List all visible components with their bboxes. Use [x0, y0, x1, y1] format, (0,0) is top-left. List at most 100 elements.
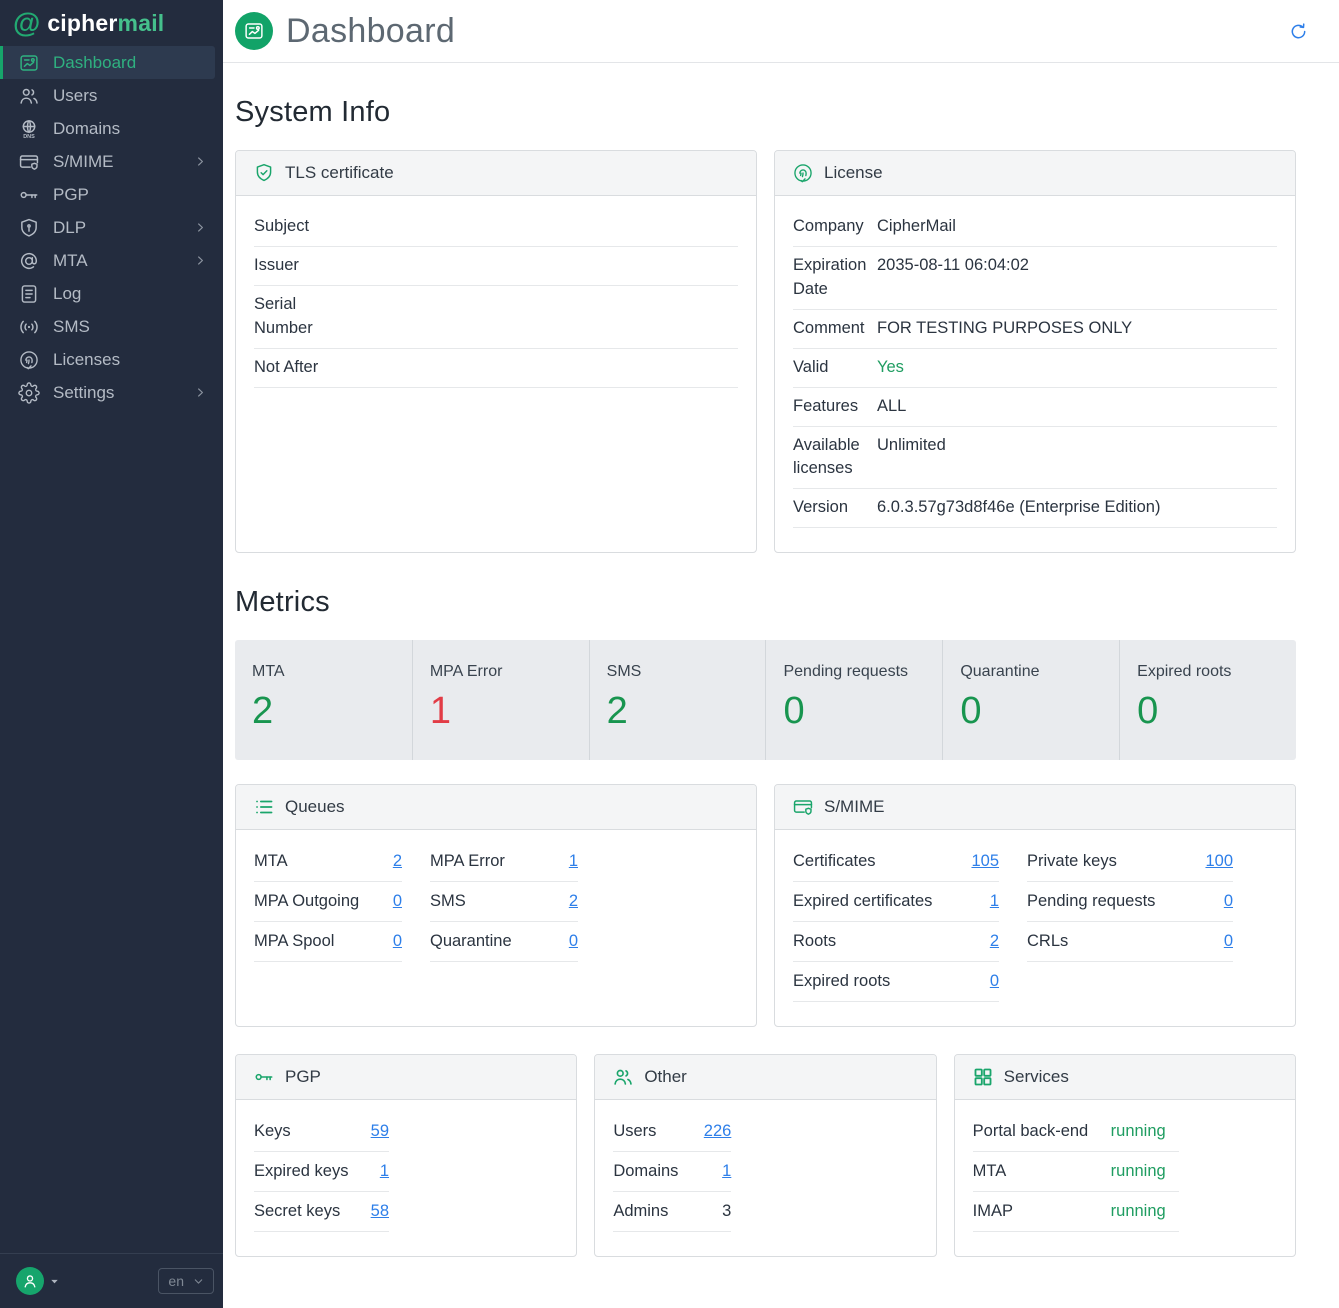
pending-requests-value-link[interactable]: 0 — [1224, 892, 1233, 911]
mpa-outgoing-stat: MPA Outgoing 0 — [254, 882, 402, 922]
mpa-spool-stat: MPA Spool 0 — [254, 922, 402, 962]
metric-label: MTA — [252, 663, 395, 681]
sidebar-item-dlp[interactable]: DLP — [0, 211, 215, 244]
metric-tile-mta: MTA2 — [235, 640, 412, 760]
roots-value-link[interactable]: 2 — [990, 932, 999, 951]
private-keys-value-link[interactable]: 100 — [1205, 852, 1233, 871]
issuer-row: Issuer — [254, 247, 738, 286]
refresh-icon[interactable] — [1289, 22, 1308, 41]
keys-value-link[interactable]: 59 — [371, 1122, 389, 1141]
expired-roots-stat: Expired roots0 — [793, 962, 999, 1002]
smime-card-body: Certificates105Expired certificates1Root… — [775, 830, 1295, 1026]
card-shield-icon — [792, 796, 814, 818]
portal-back-end-stat: Portal back-endrunning — [973, 1112, 1179, 1152]
grid-icon — [972, 1066, 994, 1088]
list-icon — [253, 796, 275, 818]
stat-column: Certificates105Expired certificates1Root… — [793, 842, 999, 1002]
user-menu-button[interactable] — [16, 1267, 60, 1295]
sidebar-item-users[interactable]: Users — [0, 79, 215, 112]
metric-value: 0 — [783, 692, 925, 730]
system-info-heading: System Info — [235, 96, 1296, 129]
sidebar-item-log[interactable]: Log — [0, 277, 215, 310]
tls-card-body: SubjectIssuerSerial NumberNot After — [236, 196, 756, 552]
sidebar-item-s-mime[interactable]: S/MIME — [0, 145, 215, 178]
sidebar-item-mta[interactable]: MTA — [0, 244, 215, 277]
users-icon — [18, 85, 40, 107]
mta-stat: MTArunning — [973, 1152, 1179, 1192]
stat-label: MPA Outgoing — [254, 892, 359, 911]
sidebar-item-dashboard[interactable]: Dashboard — [0, 46, 215, 79]
chevron-right-icon — [194, 221, 207, 234]
quarantine-stat: Quarantine0 — [430, 922, 578, 962]
expired-certificates-value-link[interactable]: 1 — [990, 892, 999, 911]
other-card: Other Users226Domains1Admins3 — [594, 1054, 936, 1257]
sidebar-item-label: MTA — [53, 251, 88, 271]
mpa-error-value-link[interactable]: 1 — [569, 852, 578, 871]
page-title: Dashboard — [286, 12, 455, 51]
svg-text:DNS: DNS — [23, 134, 35, 140]
metric-label: Quarantine — [960, 663, 1102, 681]
imap-stat: IMAPrunning — [973, 1192, 1179, 1232]
stat-label: Pending requests — [1027, 892, 1155, 911]
mpa-spool-value-link[interactable]: 0 — [393, 932, 402, 951]
crls-value-link[interactable]: 0 — [1224, 932, 1233, 951]
not-after-row: Not After — [254, 349, 738, 388]
expired-roots-value-link[interactable]: 0 — [990, 972, 999, 991]
metric-label: Pending requests — [783, 663, 925, 681]
field-label: Comment — [793, 317, 875, 341]
mpa-error-stat: MPA Error1 — [430, 842, 578, 882]
company-row: CompanyCipherMail — [793, 208, 1277, 247]
dashboard-icon — [18, 52, 40, 74]
metric-label: Expired roots — [1137, 663, 1279, 681]
field-label: Available licenses — [793, 434, 875, 482]
admins-value: 3 — [722, 1202, 731, 1221]
secret-keys-value-link[interactable]: 58 — [371, 1202, 389, 1221]
private-keys-stat: Private keys100 — [1027, 842, 1233, 882]
sidebar-item-sms[interactable]: SMS — [0, 310, 215, 343]
sms-icon — [18, 316, 40, 338]
field-label: Valid — [793, 356, 875, 380]
pending-requests-stat: Pending requests 0 — [1027, 882, 1233, 922]
roots-stat: Roots2 — [793, 922, 999, 962]
sidebar-item-domains[interactable]: DNSDomains — [0, 112, 215, 145]
valid-row: ValidYes — [793, 349, 1277, 388]
certificates-value-link[interactable]: 105 — [971, 852, 999, 871]
tls-certificate-card: TLS certificate SubjectIssuerSerial Numb… — [235, 150, 757, 553]
sidebar: @ ciphermail DashboardUsersDNSDomainsS/M… — [0, 0, 223, 1308]
field-label: Expiration Date — [793, 254, 875, 302]
sms-value-link[interactable]: 2 — [569, 892, 578, 911]
metric-label: MPA Error — [430, 663, 572, 681]
expired-keys-value-link[interactable]: 1 — [380, 1162, 389, 1181]
field-label: Subject — [254, 215, 336, 239]
sidebar-item-settings[interactable]: Settings — [0, 376, 215, 409]
portal-back-end-value: running — [1111, 1122, 1166, 1141]
sidebar-item-label: Settings — [53, 383, 114, 403]
chevron-right-icon — [194, 386, 207, 399]
field-value: CipherMail — [877, 215, 1277, 239]
dashboard-page-icon — [235, 12, 273, 50]
pgp-card-body: Keys59Expired keys1Secret keys58 — [236, 1100, 576, 1256]
services-card-body: Portal back-endrunningMTArunningIMAPrunn… — [955, 1100, 1295, 1256]
domains-value-link[interactable]: 1 — [722, 1162, 731, 1181]
sidebar-item-label: SMS — [53, 317, 90, 337]
users-value-link[interactable]: 226 — [704, 1122, 732, 1141]
mta-value-link[interactable]: 2 — [393, 852, 402, 871]
ciphermail-logo[interactable]: @ ciphermail — [0, 0, 223, 46]
license-card-body: CompanyCipherMailExpiration Date2035-08-… — [775, 196, 1295, 552]
field-value: FOR TESTING PURPOSES ONLY — [877, 317, 1277, 341]
shield-check-icon — [253, 162, 275, 184]
mpa-outgoing-value-link[interactable]: 0 — [393, 892, 402, 911]
sidebar-footer: en — [0, 1253, 223, 1308]
logo-text-suffix: mail — [118, 10, 165, 36]
metric-tile-mpa-error: MPA Error1 — [412, 640, 589, 760]
caret-down-icon — [49, 1276, 60, 1287]
key-icon — [253, 1066, 275, 1088]
stat-label: MPA Spool — [254, 932, 334, 951]
sidebar-item-pgp[interactable]: PGP — [0, 178, 215, 211]
mta-value: running — [1111, 1162, 1166, 1181]
language-select[interactable]: en — [158, 1268, 214, 1294]
quarantine-value-link[interactable]: 0 — [569, 932, 578, 951]
stat-label: MTA — [254, 852, 288, 871]
sidebar-item-licenses[interactable]: Licenses — [0, 343, 215, 376]
field-label: Features — [793, 395, 875, 419]
